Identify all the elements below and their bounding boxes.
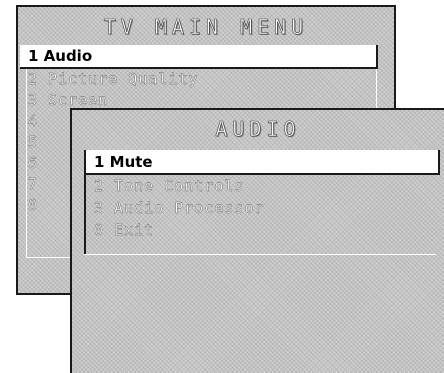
main-menu-item-picture-quality[interactable]: 2 Picture Quality <box>20 69 378 90</box>
audio-menu-frame-bottom <box>84 254 436 255</box>
audio-menu-title: AUDIO <box>215 117 301 142</box>
audio-menu-item-tone-controls[interactable]: 2 Tone Controls <box>86 175 440 197</box>
audio-menu-item-exit[interactable]: 0 Exit <box>86 219 440 241</box>
main-menu-title: TV MAIN MENU <box>103 15 309 40</box>
audio-menu-panel: AUDIO 1 Mute 2 Tone Controls 3 Audio Pro… <box>70 108 444 373</box>
main-menu-item-audio[interactable]: 1 Audio <box>20 45 378 69</box>
audio-menu-item-mute[interactable]: 1 Mute <box>86 150 440 175</box>
audio-menu-list: 1 Mute 2 Tone Controls 3 Audio Processor… <box>86 150 440 241</box>
audio-menu-item-audio-processor[interactable]: 3 Audio Processor <box>86 197 440 219</box>
